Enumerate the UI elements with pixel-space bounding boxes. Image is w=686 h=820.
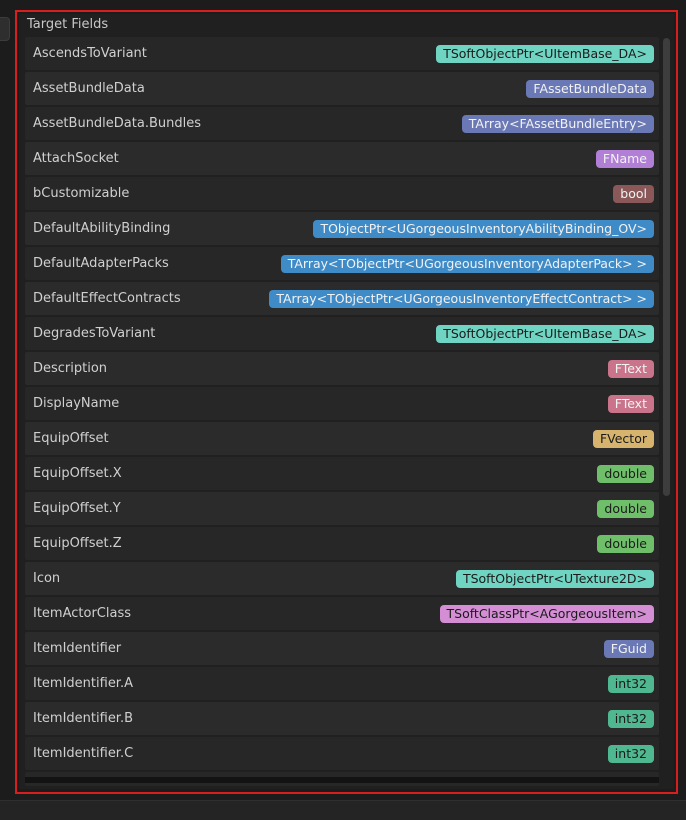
selection-highlight-frame [15,10,678,794]
status-bar [0,800,686,820]
collapsed-side-tab[interactable] [0,17,10,41]
editor-window: Target Fields AscendsToVariant TSoftObjec… [0,0,686,820]
